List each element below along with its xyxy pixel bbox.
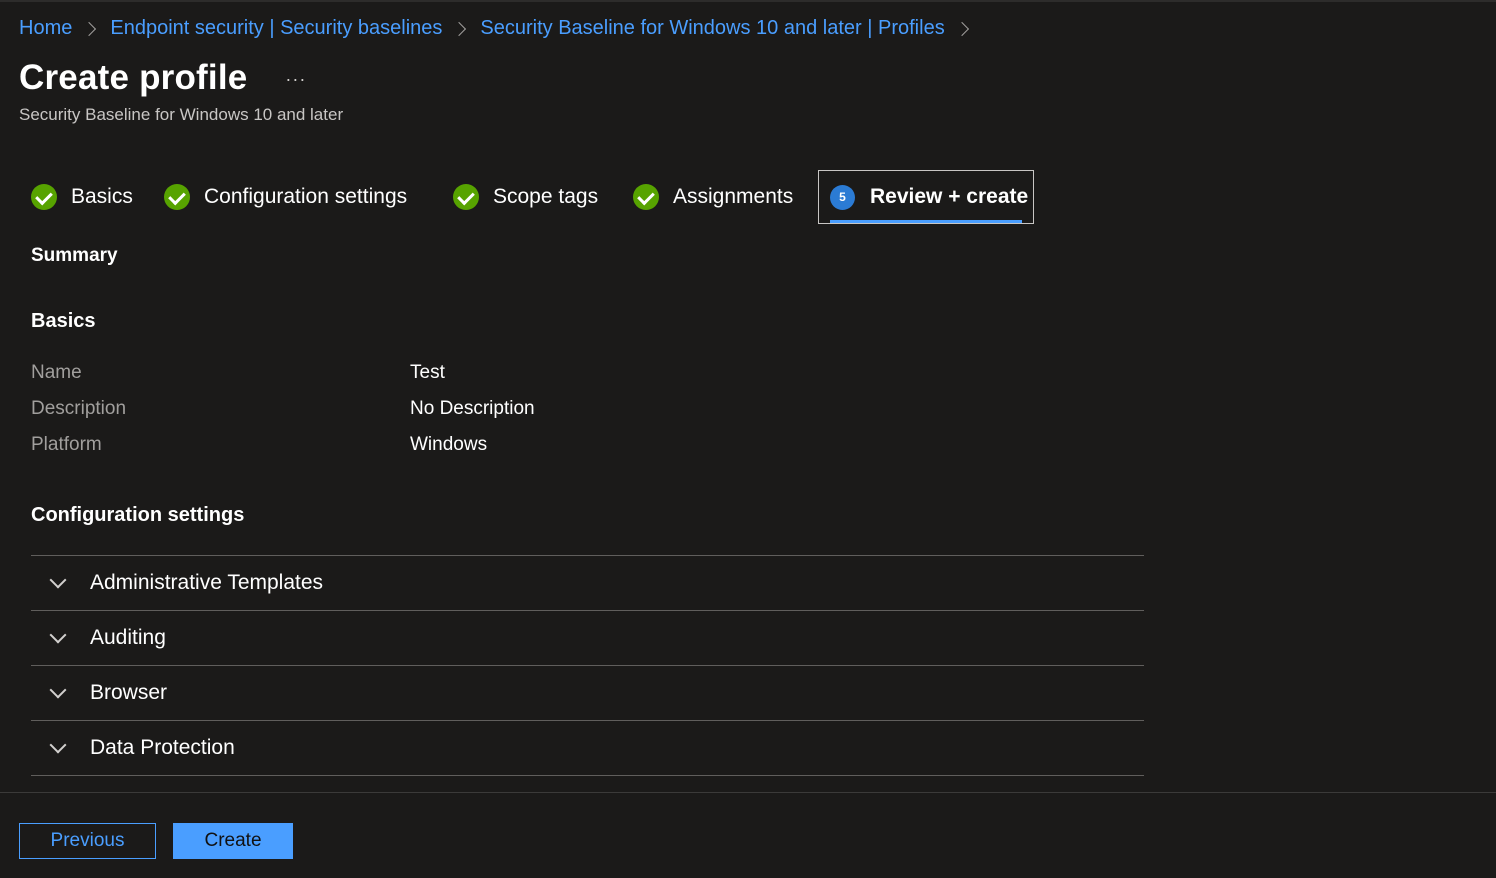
accordion-label: Auditing: [90, 626, 166, 649]
accordion-browser[interactable]: Browser: [31, 666, 1144, 721]
checkmark-circle-icon: [633, 184, 659, 210]
name-value: Test: [410, 362, 445, 383]
accordion-label: Administrative Templates: [90, 571, 324, 594]
title-row: Create profile ···: [19, 58, 306, 98]
configuration-accordion: Administrative Templates Auditing Browse…: [31, 555, 1144, 776]
step-label: Configuration settings: [204, 185, 408, 208]
step-label: Scope tags: [493, 185, 599, 208]
basics-heading: Basics: [31, 310, 96, 332]
platform-value: Windows: [410, 434, 488, 455]
chevron-down-icon: [49, 626, 67, 643]
create-profile-page: Home Endpoint security | Security baseli…: [0, 0, 1496, 878]
step-label: Assignments: [673, 185, 794, 208]
chevron-down-icon: [49, 681, 67, 698]
accordion-data-protection[interactable]: Data Protection: [31, 721, 1144, 776]
create-button[interactable]: Create: [173, 823, 293, 859]
active-tab-indicator: [830, 220, 1022, 223]
platform-label: Platform: [31, 434, 102, 455]
tab-assignments[interactable]: Assignments: [633, 170, 793, 224]
chevron-down-icon: [49, 571, 67, 588]
accordion-label: Browser: [90, 681, 168, 704]
accordion-administrative-templates[interactable]: Administrative Templates: [31, 556, 1144, 611]
accordion-label: Data Protection: [90, 736, 235, 759]
page-subtitle: Security Baseline for Windows 10 and lat…: [19, 105, 344, 124]
step-label: Review + create: [870, 185, 1029, 208]
chevron-right-icon: [452, 21, 467, 36]
configuration-settings-heading: Configuration settings: [31, 504, 245, 526]
description-value: No Description: [410, 398, 535, 419]
top-divider: [0, 0, 1496, 2]
more-options-icon[interactable]: ···: [285, 70, 306, 88]
previous-button[interactable]: Previous: [19, 823, 156, 859]
chevron-right-icon: [954, 21, 969, 36]
breadcrumb-profiles-link[interactable]: Security Baseline for Windows 10 and lat…: [480, 17, 944, 40]
footer-divider: [0, 792, 1496, 793]
chevron-down-icon: [49, 736, 67, 753]
checkmark-circle-icon: [164, 184, 190, 210]
accordion-auditing[interactable]: Auditing: [31, 611, 1144, 666]
name-label: Name: [31, 362, 82, 383]
page-title: Create profile: [19, 58, 248, 97]
chevron-right-icon: [82, 21, 97, 36]
step-label: Basics: [71, 185, 133, 208]
breadcrumb-home-link[interactable]: Home: [19, 17, 72, 40]
wizard-steps: Basics Configuration settings Scope tags…: [19, 170, 1039, 224]
description-label: Description: [31, 398, 127, 419]
tab-scope-tags[interactable]: Scope tags: [453, 170, 598, 224]
checkmark-circle-icon: [31, 184, 57, 210]
checkmark-circle-icon: [453, 184, 479, 210]
tab-basics[interactable]: Basics: [31, 170, 133, 224]
breadcrumb: Home Endpoint security | Security baseli…: [19, 17, 983, 40]
tab-review-create[interactable]: 5 Review + create: [818, 170, 1034, 224]
step-number-badge: 5: [830, 184, 855, 210]
breadcrumb-security-baselines-link[interactable]: Endpoint security | Security baselines: [110, 17, 442, 40]
summary-heading: Summary: [31, 245, 118, 266]
tab-configuration-settings[interactable]: Configuration settings: [164, 170, 407, 224]
